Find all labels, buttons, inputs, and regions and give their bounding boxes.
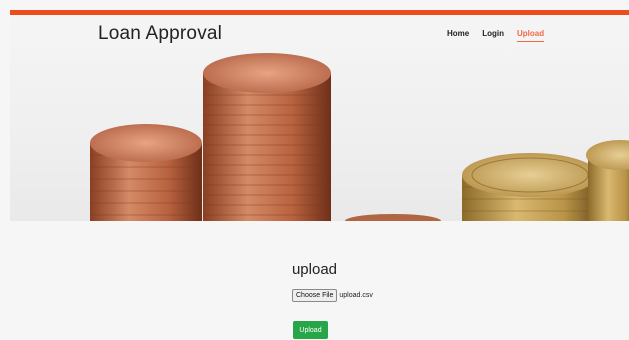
hero-banner: Loan Approval Home Login Upload [10,15,629,221]
selected-file-name: upload.csv [339,292,373,299]
nav-login[interactable]: Login [482,29,504,42]
page-title: upload [291,261,338,278]
coin-stacks-image [90,53,629,221]
main-nav: Home Login Upload [447,29,545,42]
brand-title[interactable]: Loan Approval [98,23,222,45]
nav-upload[interactable]: Upload [517,29,545,42]
choose-file-button[interactable]: Choose File [292,289,338,302]
nav-home[interactable]: Home [447,29,469,42]
upload-button[interactable]: Upload [293,321,328,339]
file-input[interactable]: Choose File upload.csv [292,289,373,302]
upload-section: upload Choose File upload.csv Upload [0,221,629,340]
